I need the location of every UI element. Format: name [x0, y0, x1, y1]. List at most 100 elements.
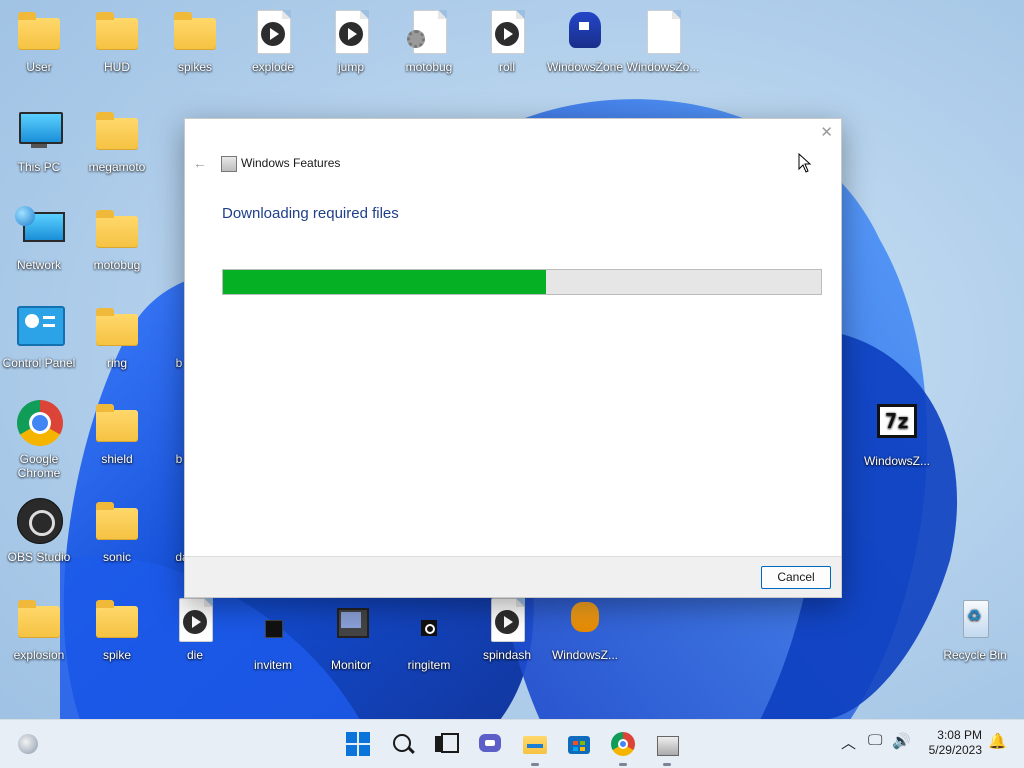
dialog-title: Windows Features [241, 156, 341, 170]
volume-icon[interactable]: 🔊 [892, 732, 911, 750]
desktop-icon-label: invitem [253, 658, 292, 672]
folder-icon [93, 596, 141, 644]
network-icon [15, 206, 65, 254]
windows-features-icon [221, 156, 237, 172]
desktop-icon-label: HUD [104, 60, 130, 74]
start-icon[interactable] [346, 732, 370, 756]
progress-fill [223, 270, 546, 294]
desktop-icon-label: explode [251, 60, 295, 74]
desktop-icon-label: megamoto [88, 160, 146, 174]
monitor-sprite-icon [327, 606, 375, 654]
widgets-icon[interactable] [18, 734, 38, 754]
desktop-icon-label: OBS Studio [7, 550, 71, 564]
microsoft-store-icon[interactable] [567, 732, 591, 756]
desktop-icon-user[interactable]: User [0, 8, 78, 74]
desktop-icon-explosion[interactable]: explosion [0, 596, 78, 662]
desktop-icon-roll[interactable]: roll [468, 8, 546, 74]
desktop-icon-jump[interactable]: jump [312, 8, 390, 74]
gear-file-icon [405, 8, 453, 56]
desktop-icon-explode[interactable]: explode [234, 8, 312, 74]
desktop-icon-invitem[interactable]: invitem [234, 606, 312, 672]
desktop-icon-megamoto[interactable]: megamoto [78, 108, 156, 174]
desktop-icon-label: explosion [13, 648, 65, 662]
desktop-icon-monitor[interactable]: Monitor [312, 606, 390, 672]
chrome-icon [15, 400, 63, 448]
desktop-icon-label: motobug [93, 258, 141, 272]
desktop-icon-windowsz-tails[interactable]: WindowsZ... [546, 596, 624, 662]
blank-file-icon [639, 8, 687, 56]
sprite-icon [249, 606, 297, 654]
desktop-icon-control-panel[interactable]: Control Panel [0, 304, 78, 370]
desktop-icon-sonic[interactable]: sonic [78, 498, 156, 564]
active-app-indicator [531, 763, 539, 766]
clock-time: 3:08 PM [937, 728, 982, 742]
folder-icon [171, 8, 219, 56]
desktop-icon-label: Control Panel [2, 356, 76, 370]
desktop-icon-label: roll [498, 60, 515, 74]
network-monitor-icon[interactable]: 🖵 [868, 732, 882, 749]
notification-bell-icon[interactable]: 🔔 [988, 732, 1007, 750]
folder-icon [15, 596, 63, 644]
control-panel-icon [15, 304, 65, 352]
desktop-icon-label: jump [337, 60, 364, 74]
desktop-icon-ringitem[interactable]: ringitem [390, 606, 468, 672]
desktop-icon-recycle-bin[interactable]: ♻ Recycle Bin [936, 596, 1014, 662]
desktop-icon-this-pc[interactable]: This PC [0, 108, 78, 174]
desktop-icon-spike[interactable]: spike [78, 596, 156, 662]
cancel-button[interactable]: Cancel [761, 566, 831, 589]
search-icon[interactable] [391, 732, 415, 756]
desktop-icon-motobug-folder[interactable]: motobug [78, 206, 156, 272]
desktop-icon-spikes[interactable]: spikes [156, 8, 234, 74]
computer-icon [15, 108, 63, 156]
status-heading: Downloading required files [222, 205, 399, 222]
desktop-icon-windowsz-7z[interactable]: 7z WindowsZ... [858, 402, 936, 468]
teams-chat-icon[interactable] [478, 732, 502, 756]
windows-features-icon[interactable] [655, 732, 679, 756]
desktop-icon-motobug-file[interactable]: motobug [390, 8, 468, 74]
windows-features-dialog: ✕ ← Windows Features Downloading require… [184, 118, 842, 598]
media-file-icon [327, 8, 375, 56]
chrome-icon[interactable] [611, 732, 635, 756]
desktop-icon-spindash[interactable]: spindash [468, 596, 546, 662]
media-file-icon [483, 596, 531, 644]
ring-sprite-icon [405, 606, 453, 654]
recycle-bin-icon: ♻ [951, 596, 999, 644]
desktop-icon-label: die [186, 648, 203, 662]
desktop-icon-label: motobug [405, 60, 453, 74]
tails-sprite-icon [561, 596, 609, 644]
dialog-footer: Cancel [185, 556, 841, 597]
folder-icon [93, 304, 141, 352]
desktop-icon-windowszo-file[interactable]: WindowsZo... [624, 8, 702, 74]
desktop-icon-die[interactable]: die [156, 596, 234, 662]
media-file-icon [249, 8, 297, 56]
chevron-up-icon[interactable]: ︿ [841, 732, 856, 753]
file-explorer-icon[interactable] [523, 732, 547, 756]
folder-icon [93, 206, 141, 254]
active-app-indicator [619, 763, 627, 766]
clock[interactable]: 3:08 PM 5/29/2023 [929, 728, 982, 758]
folder-icon [93, 108, 141, 156]
desktop-icon-hud[interactable]: HUD [78, 8, 156, 74]
desktop-icon-label: ringitem [407, 658, 451, 672]
7z-archive-icon: 7z [873, 402, 921, 450]
desktop-icon-label: spikes [177, 60, 212, 74]
taskbar: ︿ 🖵 🔊 3:08 PM 5/29/2023 🔔 [0, 719, 1024, 768]
desktop-icon-label: sonic [102, 550, 131, 564]
desktop-icon-label: Google Chrome [17, 452, 61, 480]
desktop-icon-windowszone[interactable]: WindowsZone [546, 8, 624, 74]
obs-icon [15, 498, 63, 546]
task-view-icon[interactable] [433, 732, 459, 756]
desktop-icon-obs-studio[interactable]: OBS Studio [0, 498, 78, 564]
desktop-icon-google-chrome[interactable]: Google Chrome [0, 400, 78, 480]
clock-date: 5/29/2023 [928, 743, 982, 757]
media-file-icon [171, 596, 219, 644]
folder-icon [93, 400, 141, 448]
desktop-icon-label: WindowsZ... [863, 454, 930, 468]
back-arrow-icon[interactable]: ← [193, 155, 207, 171]
close-button[interactable]: ✕ [820, 123, 833, 141]
desktop-icon-label: WindowsZone [546, 60, 624, 74]
desktop-icon-label: Monitor [330, 658, 371, 672]
active-app-indicator [663, 763, 671, 766]
folder-icon [15, 8, 63, 56]
desktop-icon-network[interactable]: Network [0, 206, 78, 272]
